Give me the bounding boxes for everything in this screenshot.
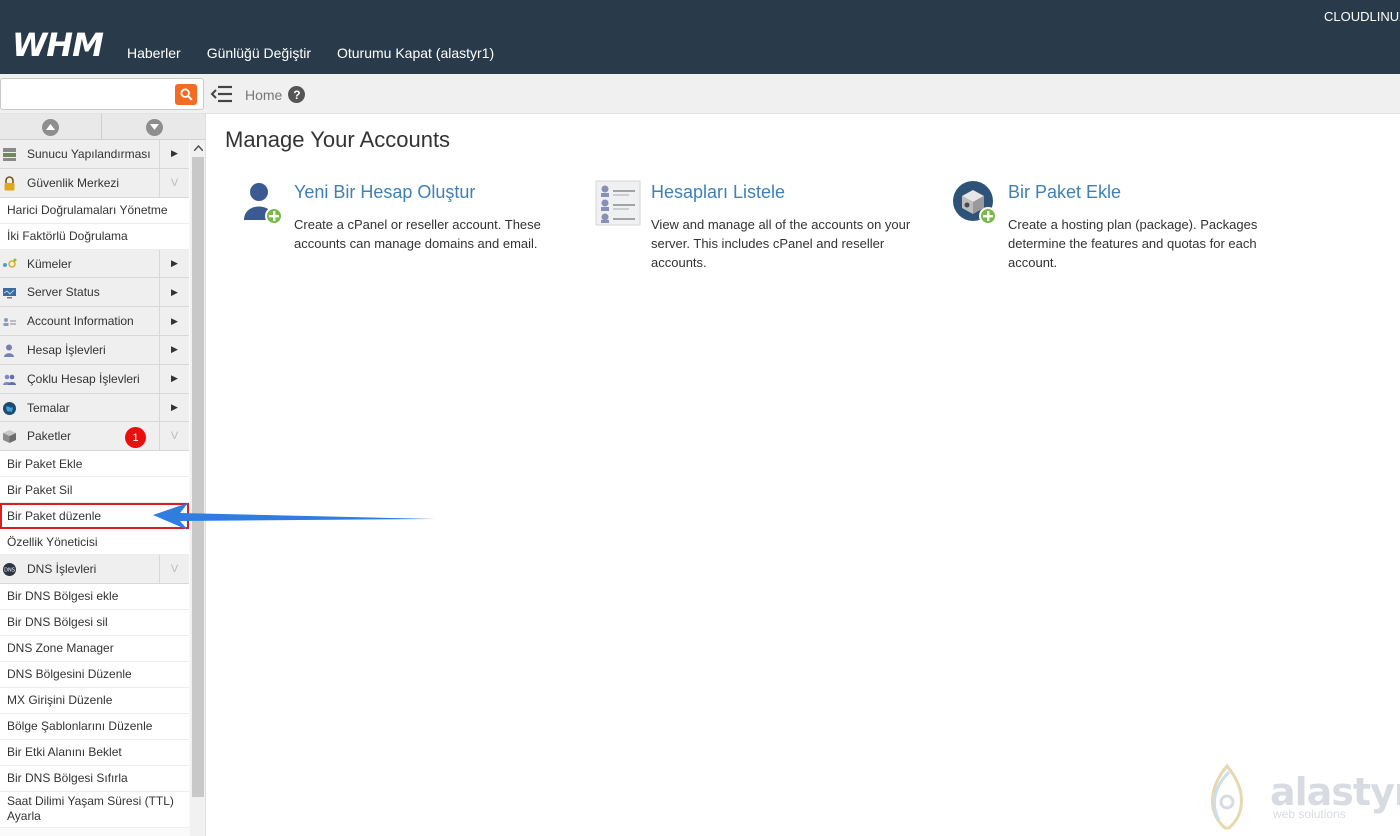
sidebar-item-multi-account-functions[interactable]: Çoklu Hesap İşlevleri ▶ bbox=[0, 364, 189, 394]
sidebar-item-clusters[interactable]: Kümeler ▶ bbox=[0, 249, 189, 279]
search-box bbox=[0, 78, 204, 110]
nav-logout-link[interactable]: Oturumu Kapat (alastyr1) bbox=[337, 45, 494, 61]
sidebar-item-account-functions[interactable]: Hesap İşlevleri ▶ bbox=[0, 335, 189, 365]
sidebar-subitem-add-package[interactable]: Bir Paket Ekle bbox=[0, 451, 189, 478]
sidebar-item-server-config[interactable]: Sunucu Yapılandırması ▶ bbox=[0, 140, 189, 169]
svg-text:DNS: DNS bbox=[4, 568, 15, 574]
expand-arrow-icon[interactable]: ▶ bbox=[159, 278, 189, 307]
sidebar-subitem-delete-package[interactable]: Bir Paket Sil bbox=[0, 477, 189, 504]
help-icon[interactable]: ? bbox=[288, 86, 306, 103]
top-nav: Haberler Günlüğü Değiştir Oturumu Kapat … bbox=[127, 45, 520, 61]
collapse-arrow-icon[interactable]: V bbox=[159, 422, 189, 451]
scroll-up-icon[interactable] bbox=[190, 141, 205, 155]
sidebar-item-label: DNS İşlevleri bbox=[27, 562, 97, 577]
lock-icon bbox=[4, 176, 15, 191]
sidebar-subitem-delete-dns-zone[interactable]: Bir DNS Bölgesi sil bbox=[0, 609, 189, 636]
sidebar-subitem-edit-dns-zone[interactable]: DNS Bölgesini Düzenle bbox=[0, 661, 189, 688]
sidebar-item-themes[interactable]: Temalar ▶ bbox=[0, 393, 189, 423]
top-bar: WHM Haberler Günlüğü Değiştir Oturumu Ka… bbox=[0, 0, 1400, 74]
list-accounts-icon[interactable] bbox=[595, 180, 641, 226]
add-package-icon[interactable] bbox=[952, 180, 998, 226]
cluster-icon bbox=[3, 258, 17, 268]
sidebar-item-server-status[interactable]: Server Status ▶ bbox=[0, 278, 189, 308]
user-icon bbox=[4, 344, 14, 357]
sidebar-subitem-add-dns-zone[interactable]: Bir DNS Bölgesi ekle bbox=[0, 583, 189, 610]
sidebar: Sunucu Yapılandırması ▶ Güvenlik Merkezi… bbox=[0, 114, 206, 836]
sidebar-item-packages[interactable]: Paketler 1 V bbox=[0, 422, 189, 452]
sidebar-item-label: Hesap İşlevleri bbox=[27, 342, 106, 357]
monitor-icon bbox=[3, 288, 16, 299]
annotation-arrow-icon bbox=[153, 503, 435, 530]
sidebar-subitem-reset-dns-zone[interactable]: Bir DNS Bölgesi Sıfırla bbox=[0, 765, 189, 792]
expand-arrow-icon[interactable]: ▶ bbox=[159, 249, 189, 278]
expand-arrow-icon[interactable]: ▶ bbox=[159, 364, 189, 393]
sidebar-subitem-external-auth[interactable]: Harici Doğrulamaları Yönetme bbox=[0, 197, 189, 224]
nav-news-link[interactable]: Haberler bbox=[127, 45, 181, 61]
globe-icon bbox=[3, 401, 16, 415]
sidebar-subitem-two-factor[interactable]: İki Faktörlü Doğrulama bbox=[0, 223, 189, 250]
sidebar-item-label: Server Status bbox=[27, 285, 100, 300]
sidebar-subitem-dns-zone-manager[interactable]: DNS Zone Manager bbox=[0, 635, 189, 662]
nav-changelog-link[interactable]: Günlüğü Değiştir bbox=[207, 45, 311, 61]
sidebar-item-label: Account Information bbox=[27, 314, 134, 329]
sidebar-subitem-edit-zone-templates[interactable]: Bölge Şablonlarını Düzenle bbox=[0, 713, 189, 740]
collapse-arrow-icon[interactable]: V bbox=[159, 555, 189, 583]
create-account-link[interactable]: Yeni Bir Hesap Oluştur bbox=[294, 182, 475, 203]
whm-app: WHM Haberler Günlüğü Değiştir Oturumu Ka… bbox=[0, 0, 1400, 836]
sidebar-scroll-thumb[interactable] bbox=[192, 157, 204, 797]
package-icon bbox=[3, 430, 16, 444]
add-user-icon[interactable] bbox=[238, 180, 284, 226]
collapse-arrow-icon[interactable]: V bbox=[159, 168, 189, 197]
sidebar-menu: Sunucu Yapılandırması ▶ Güvenlik Merkezi… bbox=[0, 140, 189, 828]
sidebar-item-label: Güvenlik Merkezi bbox=[27, 175, 120, 190]
list-accounts-link[interactable]: Hesapları Listele bbox=[651, 182, 785, 203]
breadcrumb: Home ? bbox=[245, 86, 306, 103]
create-account-description: Create a cPanel or reseller account. The… bbox=[294, 217, 541, 251]
sidebar-item-security-center[interactable]: Güvenlik Merkezi V bbox=[0, 168, 189, 198]
collapse-all-button[interactable] bbox=[0, 114, 102, 140]
sidebar-item-label: Temalar bbox=[27, 400, 70, 415]
search-button[interactable] bbox=[175, 84, 197, 105]
sidebar-item-dns-functions[interactable]: DNS DNS İşlevleri V bbox=[0, 555, 189, 584]
expand-arrow-icon[interactable]: ▶ bbox=[159, 335, 189, 364]
expand-arrow-icon[interactable]: ▶ bbox=[159, 307, 189, 335]
expand-arrow-icon[interactable]: ▶ bbox=[159, 140, 189, 168]
sidebar-item-label: Paketler bbox=[27, 429, 72, 444]
collapse-sidebar-icon[interactable] bbox=[210, 84, 234, 104]
search-input[interactable] bbox=[1, 79, 171, 109]
sidebar-item-account-information[interactable]: Account Information ▶ bbox=[0, 307, 189, 336]
step-badge: 1 bbox=[125, 427, 146, 449]
chevron-down-icon bbox=[145, 118, 163, 136]
page-title: Manage Your Accounts bbox=[225, 127, 451, 152]
whm-logo[interactable]: WHM bbox=[12, 28, 110, 62]
list-accounts-description: View and manage all of the accounts on y… bbox=[651, 217, 911, 270]
chevron-up-icon bbox=[42, 118, 59, 136]
sidebar-subitem-edit-mx-entry[interactable]: MX Girişini Düzenle bbox=[0, 687, 189, 714]
account-info-icon bbox=[3, 318, 16, 327]
sidebar-item-label: Kümeler bbox=[27, 256, 72, 271]
add-package-description: Create a hosting plan (package). Package… bbox=[1008, 217, 1258, 270]
add-package-link[interactable]: Bir Paket Ekle bbox=[1008, 182, 1121, 203]
search-icon bbox=[179, 88, 193, 101]
sidebar-item-label: Sunucu Yapılandırması bbox=[27, 147, 151, 161]
expand-all-button[interactable] bbox=[103, 114, 205, 140]
users-icon bbox=[3, 374, 16, 385]
sidebar-sort-row bbox=[0, 114, 205, 140]
cloudlinux-label: CLOUDLINUX bbox=[1324, 9, 1400, 24]
sidebar-subitem-set-ttl[interactable]: Saat Dilimi Yaşam Süresi (TTL) Ayarla bbox=[0, 791, 189, 828]
expand-arrow-icon[interactable]: ▶ bbox=[159, 393, 189, 422]
logo-text: WHM bbox=[12, 28, 104, 62]
breadcrumb-home[interactable]: Home bbox=[245, 87, 282, 103]
watermark-subtitle: web solutions bbox=[1273, 807, 1346, 821]
sidebar-subitem-park-domain[interactable]: Bir Etki Alanını Beklet bbox=[0, 739, 189, 766]
dns-icon: DNS bbox=[3, 563, 16, 577]
sidebar-item-label: Çoklu Hesap İşlevleri bbox=[27, 371, 140, 386]
sidebar-subitem-feature-manager[interactable]: Özellik Yöneticisi bbox=[0, 529, 189, 556]
server-config-icon bbox=[3, 148, 16, 161]
